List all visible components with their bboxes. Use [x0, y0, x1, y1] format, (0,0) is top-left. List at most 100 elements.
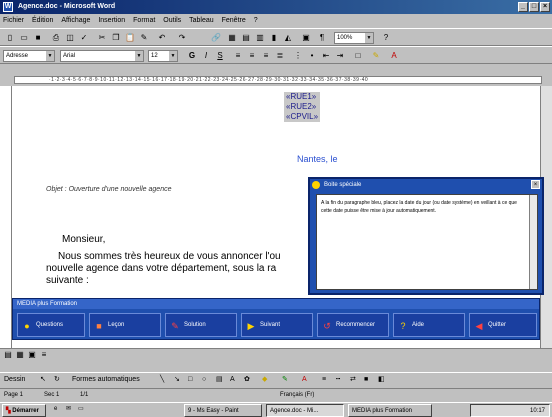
line-color-icon[interactable]: ✎ [282, 373, 288, 387]
dessin-menu[interactable]: Dessin [4, 373, 25, 387]
wordart-icon[interactable]: A [230, 373, 235, 387]
save-icon[interactable]: ■ [32, 32, 44, 44]
underline-icon[interactable]: S [214, 50, 226, 62]
undo-icon[interactable]: ↶ [156, 32, 168, 44]
line-icon[interactable]: ╲ [160, 373, 164, 387]
place-date-line[interactable]: Nantes, le [297, 154, 338, 164]
arrow-icon[interactable]: ↘ [174, 373, 180, 387]
outline-view-icon[interactable]: ≡ [38, 349, 50, 361]
tables-borders-icon[interactable]: ▦ [226, 32, 238, 44]
font-select[interactable]: Arial ▼ [60, 50, 144, 62]
vertical-ruler[interactable] [0, 86, 12, 348]
zoom-select[interactable]: 100% ▼ [334, 32, 374, 44]
dash-style-icon[interactable]: ┅ [336, 373, 340, 387]
merge-field-rue2[interactable]: «RUE2» [284, 102, 321, 112]
paste-icon[interactable]: 📋 [124, 32, 136, 44]
menu-affichage[interactable]: Affichage [61, 17, 90, 24]
oval-icon[interactable]: ○ [202, 373, 206, 387]
web-view-icon[interactable]: ▦ [14, 349, 26, 361]
text-color-icon[interactable]: A [302, 373, 307, 387]
quicklaunch-ie-icon[interactable]: e [54, 403, 57, 416]
fill-color-icon[interactable]: ◆ [262, 373, 267, 387]
quitter-button[interactable]: ◀ Quitter [469, 313, 537, 337]
menu-fichier[interactable]: Fichier [3, 17, 24, 24]
spelling-icon[interactable]: ✓ [78, 32, 90, 44]
shadow-icon[interactable]: ■ [364, 373, 368, 387]
help-close-button[interactable]: × [531, 180, 540, 189]
menu-edition[interactable]: Édition [32, 17, 53, 24]
quicklaunch-outlook-icon[interactable]: ✉ [66, 403, 71, 416]
3d-icon[interactable]: ◧ [378, 373, 385, 387]
select-arrow-icon[interactable]: ↖ [40, 373, 46, 387]
merge-field-rue1[interactable]: «RUE1» [284, 92, 321, 102]
font-color-icon[interactable]: A [388, 50, 400, 62]
drawing-icon[interactable]: ◭ [282, 32, 294, 44]
solution-button[interactable]: ✎ Solution [165, 313, 237, 337]
taskbar-item-word[interactable]: Agence.doc - Mi... [266, 404, 344, 417]
minimize-button[interactable]: _ [518, 2, 528, 12]
start-button[interactable]: ▚ Démarrer [2, 404, 46, 417]
quicklaunch-desktop-icon[interactable]: ▭ [78, 403, 84, 416]
rotate-icon[interactable]: ↻ [54, 373, 60, 387]
decrease-indent-icon[interactable]: ⇤ [320, 50, 332, 62]
insert-excel-icon[interactable]: ▥ [254, 32, 266, 44]
copy-icon[interactable]: ❐ [110, 32, 122, 44]
font-size-select[interactable]: 12 ▼ [148, 50, 178, 62]
taskbar-item-paint[interactable]: 9 - Ms Easy - Paint [184, 404, 262, 417]
redo-icon[interactable]: ↷ [176, 32, 188, 44]
numbering-icon[interactable]: ⋮ [292, 50, 304, 62]
format-painter-icon[interactable]: ✎ [138, 32, 150, 44]
body-paragraph[interactable]: Nous sommes très heureux de vous annonce… [46, 251, 281, 287]
align-left-icon[interactable]: ≡ [232, 50, 244, 62]
arrow-style-icon[interactable]: ⇄ [350, 373, 356, 387]
close-button[interactable]: × [540, 2, 550, 12]
show-hide-icon[interactable]: ¶ [316, 32, 328, 44]
highlight-icon[interactable]: ✎ [370, 50, 382, 62]
help-icon[interactable]: ? [380, 32, 392, 44]
justify-icon[interactable]: ≣ [274, 50, 286, 62]
menu-outils[interactable]: Outils [163, 17, 181, 24]
border-icon[interactable]: □ [352, 50, 364, 62]
horizontal-ruler[interactable]: ·1·2·3·4·5·6·7·8·9·10·11·12·13·14·15·16·… [0, 74, 552, 86]
textbox-icon[interactable]: ▤ [216, 373, 223, 387]
page-view-icon[interactable]: ▣ [26, 349, 38, 361]
style-select[interactable]: Adresse ▼ [3, 50, 55, 62]
menu-tableau[interactable]: Tableau [189, 17, 214, 24]
columns-icon[interactable]: ▮ [268, 32, 280, 44]
suivant-button[interactable]: ▶ Suivant [241, 313, 313, 337]
align-right-icon[interactable]: ≡ [260, 50, 272, 62]
align-center-icon[interactable]: ≡ [246, 50, 258, 62]
line-style-icon[interactable]: ≡ [322, 373, 326, 387]
menu-format[interactable]: Format [133, 17, 155, 24]
open-icon[interactable]: ▭ [18, 32, 30, 44]
italic-icon[interactable]: I [200, 50, 212, 62]
doc-map-icon[interactable]: ▣ [300, 32, 312, 44]
salutation[interactable]: Monsieur, [62, 234, 105, 245]
word-app-icon[interactable]: W [3, 2, 13, 12]
clipart-icon[interactable]: ✿ [244, 373, 250, 387]
help-scrollbar[interactable] [529, 195, 537, 289]
taskbar-item-media[interactable]: MEDIA plus Formation [348, 404, 432, 417]
horizontal-scrollbar[interactable]: ▤ ▦ ▣ ≡ [0, 348, 552, 360]
recommencer-button[interactable]: ↺ Recommencer [317, 313, 389, 337]
autoformes-menu[interactable]: Formes automatiques [72, 373, 140, 387]
lecon-button[interactable]: ■ Leçon [89, 313, 161, 337]
bullets-icon[interactable]: • [306, 50, 318, 62]
menu-insertion[interactable]: Insertion [98, 17, 125, 24]
questions-button[interactable]: ● Questions [17, 313, 85, 337]
maximize-button[interactable]: □ [529, 2, 539, 12]
merge-field-cpvil[interactable]: «CPVIL» [284, 112, 321, 122]
insert-table-icon[interactable]: ▤ [240, 32, 252, 44]
increase-indent-icon[interactable]: ⇥ [334, 50, 346, 62]
objet-line[interactable]: Objet : Ouverture d'une nouvelle agence [46, 186, 171, 193]
new-doc-icon[interactable]: ▯ [4, 32, 16, 44]
normal-view-icon[interactable]: ▤ [2, 349, 14, 361]
menu-fenetre[interactable]: Fenêtre [222, 17, 246, 24]
preview-icon[interactable]: ◫ [64, 32, 76, 44]
aide-button[interactable]: ? Aide [393, 313, 465, 337]
cut-icon[interactable]: ✂ [96, 32, 108, 44]
rectangle-icon[interactable]: □ [188, 373, 192, 387]
bold-icon[interactable]: G [186, 50, 198, 62]
hyperlink-icon[interactable]: 🔗 [210, 32, 222, 44]
print-icon[interactable]: ⎙ [50, 32, 62, 44]
